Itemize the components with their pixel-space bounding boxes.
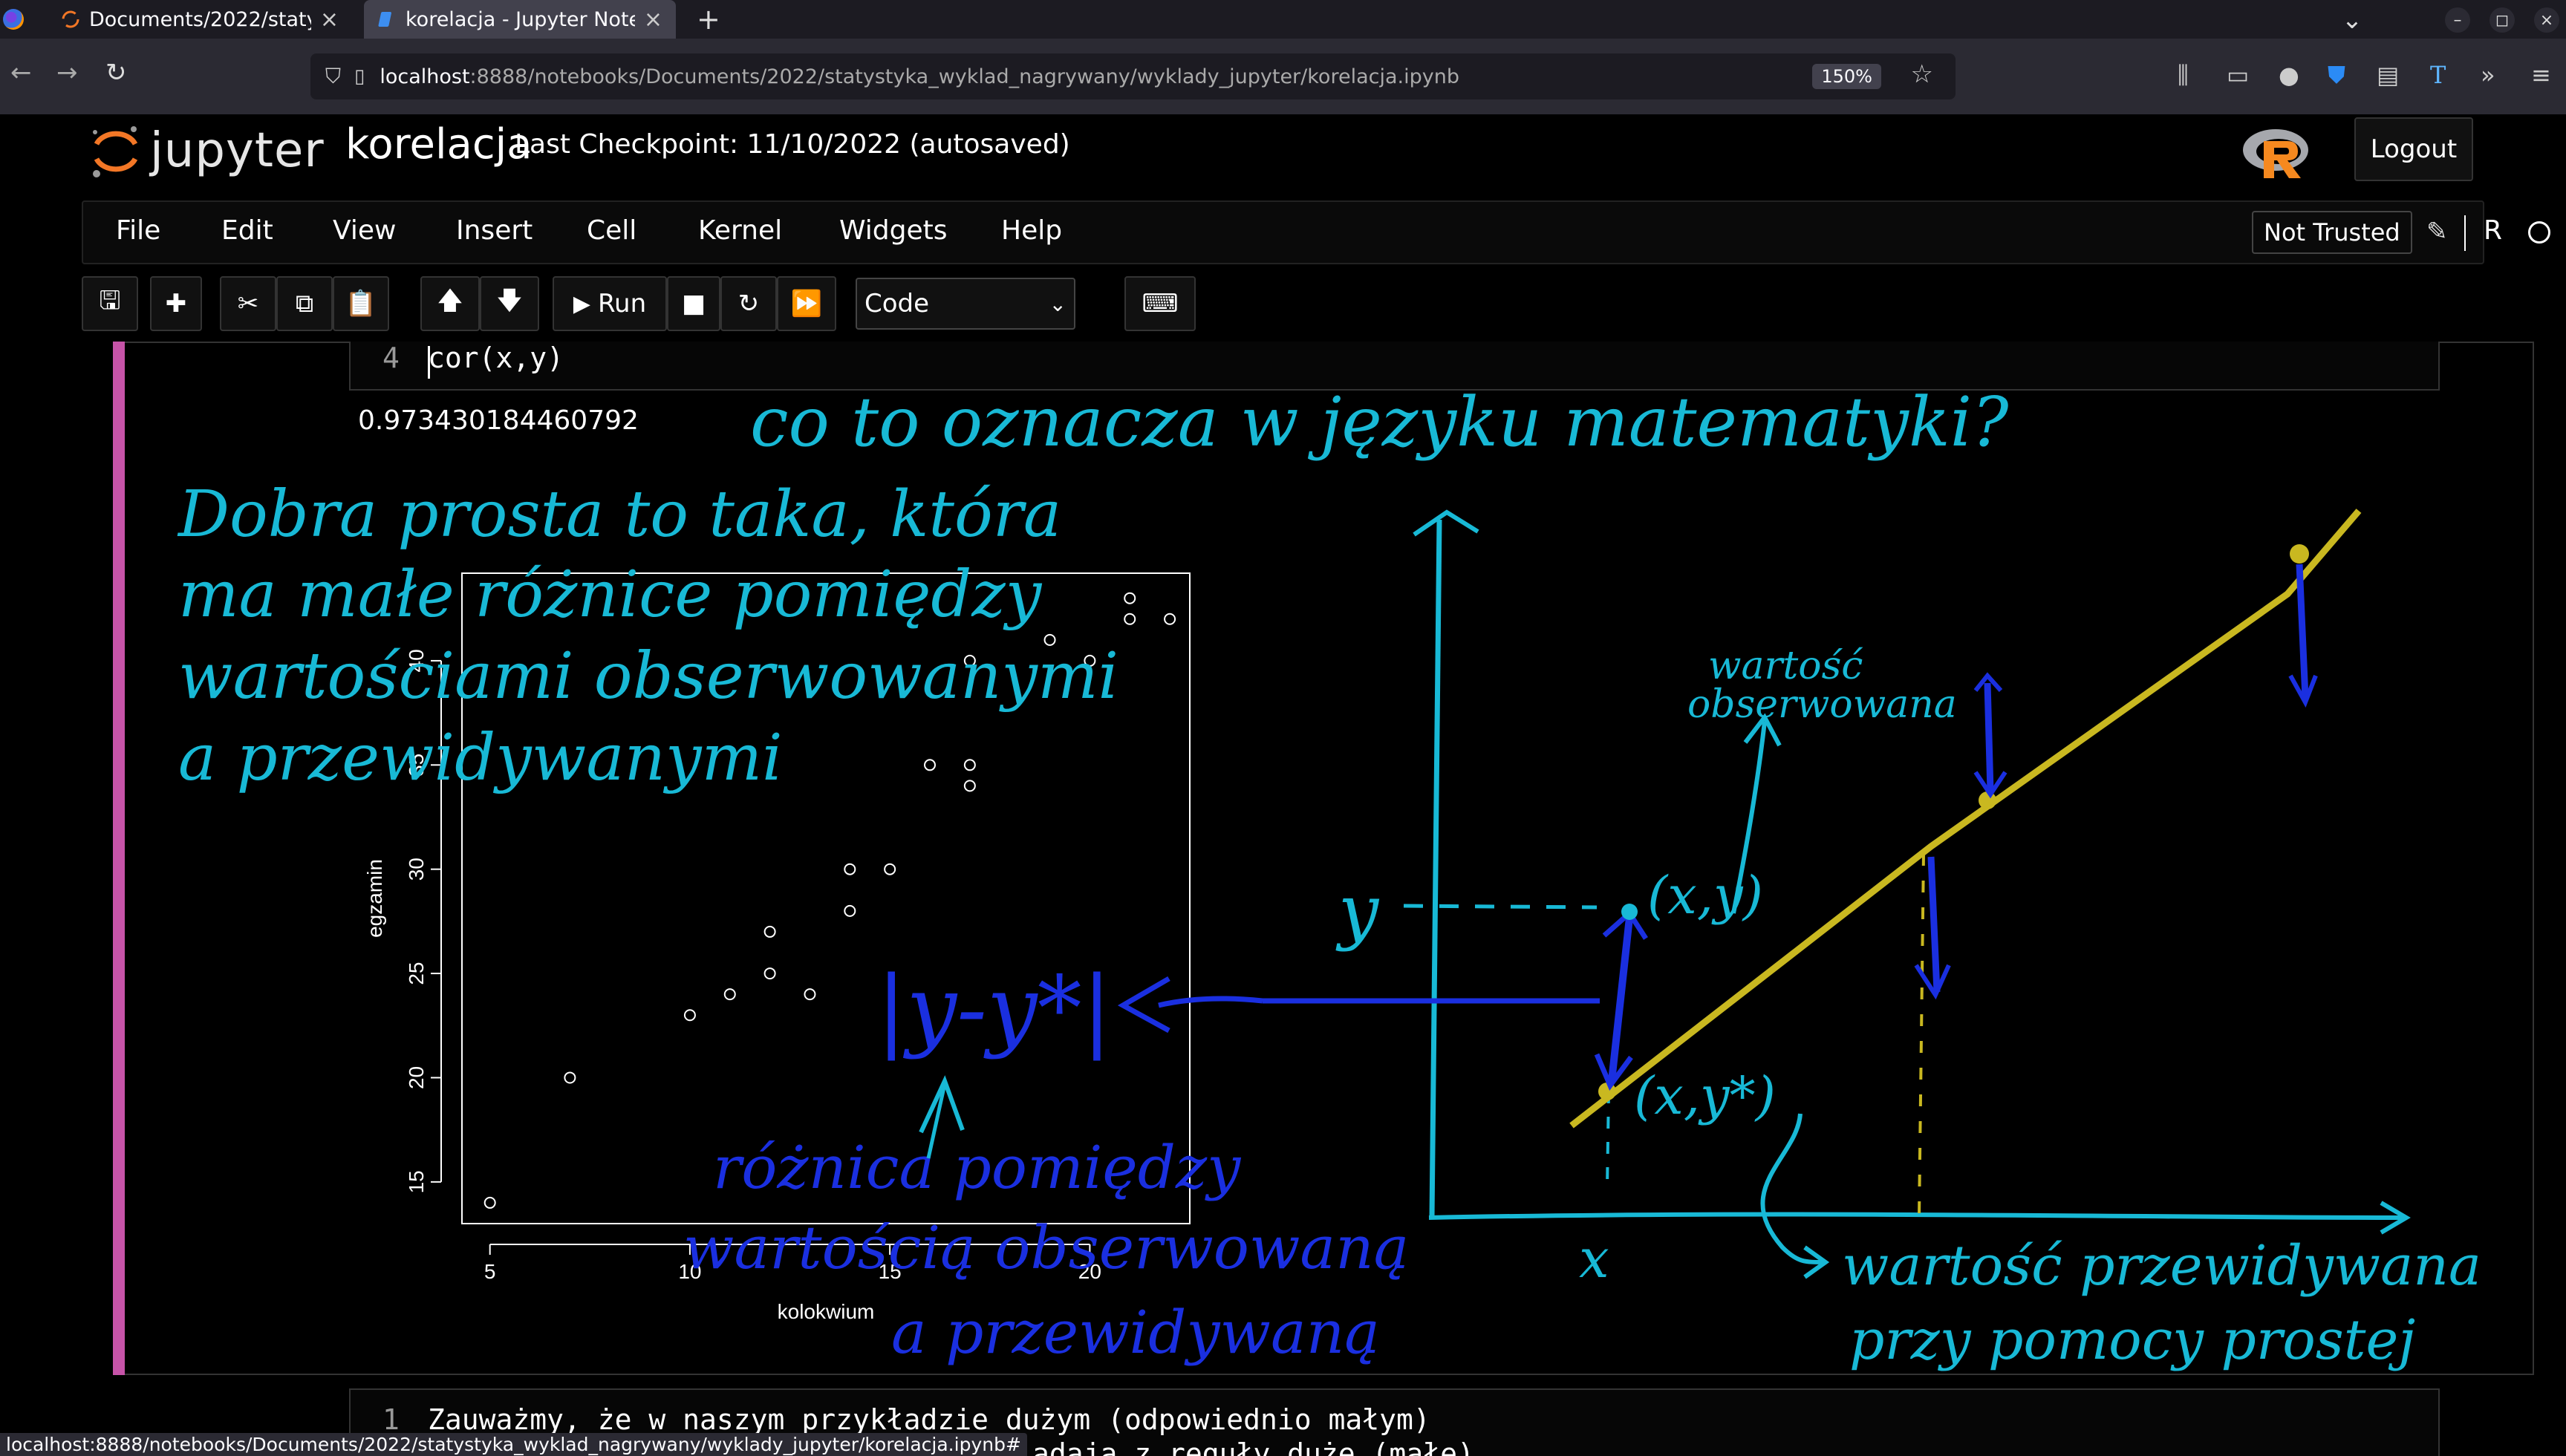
data-points: [483, 592, 1176, 1209]
scatter-point: [1164, 613, 1176, 625]
x-tick-label: 20: [1078, 1260, 1101, 1283]
x-tick-label: 5: [484, 1260, 496, 1283]
x-axis-label: kolokwium: [778, 1300, 875, 1323]
scatter-point: [804, 988, 816, 1001]
y-tick-label: 20: [405, 1066, 428, 1089]
scatter-point: [963, 654, 976, 667]
scatter-point: [963, 759, 976, 771]
scatter-point: [884, 863, 896, 875]
y-tick-label: 40: [405, 649, 428, 672]
scatter-point: [924, 759, 936, 771]
scatter-point: [844, 863, 856, 875]
scatter-point: [1124, 613, 1136, 625]
scatter-point: [683, 1009, 696, 1022]
y-axis-label: egzamin: [363, 859, 386, 938]
plot-frame: [461, 572, 1191, 1224]
x-tick-label: 15: [879, 1260, 902, 1283]
y-tick-label: 15: [405, 1170, 428, 1193]
scatter-point: [564, 1071, 576, 1084]
scatter-point: [763, 925, 776, 938]
scatter-point: [723, 988, 736, 1001]
x-tick-label: 10: [678, 1260, 701, 1283]
scatter-plot: 5 10 15 20 15 20 25 30 35 40 kolokwium egzamin: [363, 572, 1191, 1323]
y-tick-label: 25: [405, 962, 428, 985]
scatter-point: [844, 904, 856, 917]
scatter-point: [963, 780, 976, 792]
scatter-point: [1124, 592, 1136, 604]
x-axis: 5 10 15 20: [484, 1244, 1101, 1283]
scatter-point: [763, 967, 776, 980]
y-tick-label: 35: [405, 754, 428, 777]
scatter-point: [483, 1196, 496, 1209]
scatter-point: [1084, 654, 1096, 667]
scatter-point: [1043, 633, 1056, 646]
y-tick-label: 30: [405, 858, 428, 881]
browser-status-url: localhost:8888/notebooks/Documents/2022/…: [0, 1433, 1027, 1456]
y-axis: 15 20 25 30 35 40: [405, 649, 442, 1193]
